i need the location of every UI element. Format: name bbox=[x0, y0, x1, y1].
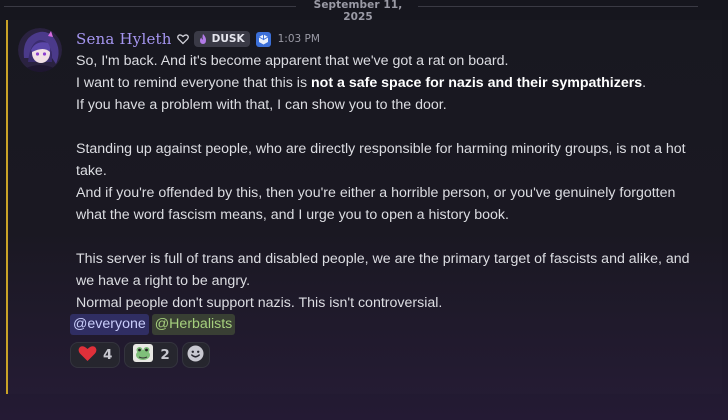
message-line: Normal people don't support nazis. This … bbox=[76, 295, 443, 311]
purple-flame-icon bbox=[197, 33, 209, 45]
heart-outline-icon bbox=[176, 33, 189, 45]
avatar[interactable] bbox=[18, 28, 62, 72]
divider-line-left bbox=[4, 6, 296, 7]
mentions: @everyone @Herbalists bbox=[70, 314, 236, 335]
mention-herbalists[interactable]: @Herbalists bbox=[151, 314, 236, 335]
reaction-frog[interactable]: 2 bbox=[124, 342, 178, 368]
message-timestamp: 1:03 PM bbox=[277, 33, 320, 45]
author-name[interactable]: Sena Hyleth bbox=[76, 30, 172, 48]
mention-everyone[interactable]: @everyone bbox=[70, 314, 149, 335]
message-header: Sena Hyleth DUSK 1:03 PM bbox=[76, 28, 320, 50]
message-line: Standing up against people, who are dire… bbox=[76, 141, 686, 179]
guild-tag[interactable]: DUSK bbox=[193, 31, 250, 47]
reactions: 4 2 bbox=[70, 342, 210, 368]
add-reaction-button[interactable] bbox=[181, 342, 210, 368]
red-heart-icon bbox=[78, 345, 97, 366]
message-line: This server is full of trans and disable… bbox=[76, 251, 690, 289]
message: Sena Hyleth DUSK 1:03 PM So, I'm back. A… bbox=[6, 20, 722, 394]
reaction-count: 4 bbox=[103, 347, 113, 363]
message-line: If you have a problem with that, I can s… bbox=[76, 97, 447, 113]
message-line: So, I'm back. And it's become apparent t… bbox=[76, 53, 509, 69]
frog-sticker-icon bbox=[132, 343, 154, 367]
smiley-icon bbox=[187, 345, 204, 366]
message-line: I want to remind everyone that this is n… bbox=[76, 75, 647, 91]
guild-tag-label: DUSK bbox=[211, 33, 245, 45]
role-cube-icon[interactable] bbox=[255, 31, 272, 48]
date-divider: September 11, 2025 bbox=[4, 0, 698, 23]
reaction-count: 2 bbox=[160, 347, 170, 363]
divider-line-right bbox=[418, 6, 698, 7]
message-content: So, I'm back. And it's become apparent t… bbox=[76, 50, 694, 314]
bold-text: not a safe space for nazis and their sym… bbox=[311, 75, 643, 91]
message-line: And if you're offended by this, then you… bbox=[76, 185, 676, 223]
reaction-heart[interactable]: 4 bbox=[70, 342, 121, 368]
